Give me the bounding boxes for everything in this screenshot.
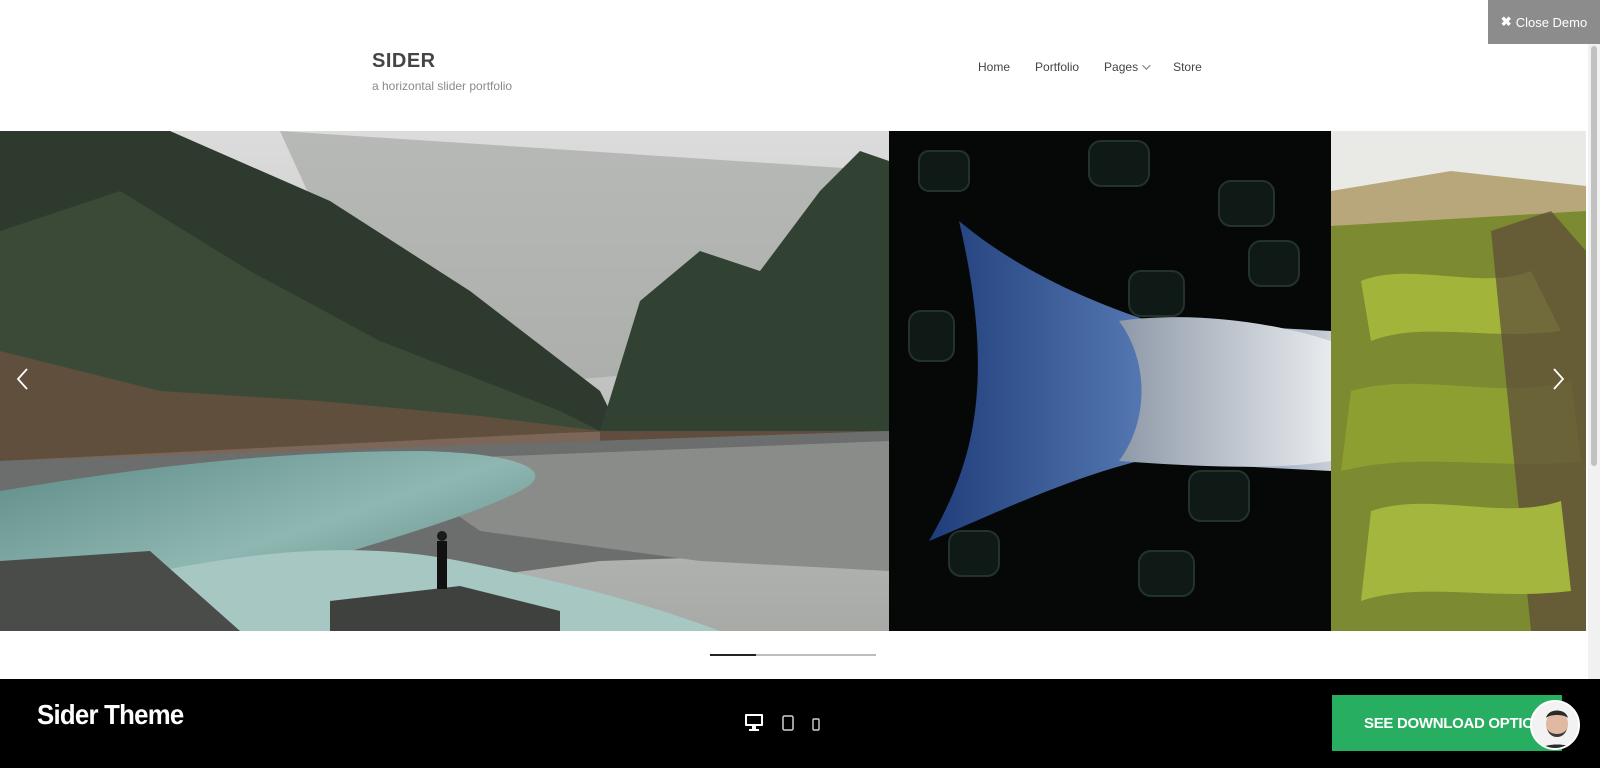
- portfolio-slider[interactable]: [0, 131, 1586, 631]
- nav-item-label: Pages: [1104, 60, 1139, 74]
- tablet-icon: [782, 715, 794, 731]
- nav-item-label: Portfolio: [1035, 60, 1080, 74]
- slider-next-button[interactable]: [1550, 367, 1566, 391]
- nav-item-label: Store: [1173, 60, 1202, 74]
- demo-bottom-bar: Sider Theme SEE DOWNLOAD OPTIONS: [0, 679, 1600, 768]
- nav-item-portfolio[interactable]: Portfolio: [1035, 60, 1079, 74]
- site-brand[interactable]: SIDER a horizontal slider portfolio: [372, 50, 512, 93]
- page-scrollbar[interactable]: [1588, 44, 1600, 679]
- mobile-view-button[interactable]: [812, 718, 820, 731]
- close-demo-label: Close Demo: [1515, 14, 1588, 30]
- chevron-left-icon: [16, 368, 28, 390]
- main-nav: Home Portfolio Pages Store: [978, 60, 1227, 74]
- close-demo-button[interactable]: ✖ Close Demo: [1488, 0, 1600, 44]
- person-avatar-icon: [1532, 702, 1578, 748]
- nav-item-home[interactable]: Home: [978, 60, 1010, 74]
- nav-item-label: Home: [978, 60, 1011, 74]
- site-tagline: a horizontal slider portfolio: [372, 79, 513, 93]
- scrollbar-thumb[interactable]: [1591, 46, 1597, 466]
- page-viewport: SIDER a horizontal slider portfolio Home…: [0, 0, 1600, 679]
- slide-fish-tail[interactable]: [889, 131, 1331, 631]
- theme-name: Sider Theme: [37, 699, 184, 730]
- tablet-view-button[interactable]: [782, 715, 794, 731]
- download-button-label: SEE DOWNLOAD OPTIONS: [1364, 714, 1554, 732]
- slider-progress-bar[interactable]: [710, 654, 876, 656]
- see-download-options-button[interactable]: SEE DOWNLOAD OPTIONS: [1332, 695, 1562, 751]
- slide-mossy-cliff[interactable]: [1331, 131, 1586, 631]
- desktop-view-button[interactable]: [744, 713, 764, 731]
- mossy-cliff-image: [1331, 131, 1586, 631]
- desktop-icon: [745, 714, 763, 731]
- site-title[interactable]: SIDER: [372, 50, 512, 73]
- nav-item-store[interactable]: Store: [1173, 60, 1202, 74]
- device-switcher: [744, 713, 820, 731]
- chevron-down-icon: [1142, 61, 1151, 70]
- chevron-right-icon: [1553, 368, 1565, 390]
- nav-item-pages[interactable]: Pages: [1104, 60, 1151, 74]
- slide-forest-river[interactable]: [0, 131, 889, 631]
- avatar[interactable]: [1530, 700, 1580, 750]
- slider-progress-fill: [710, 654, 757, 656]
- fish-tail-image: [889, 131, 1331, 631]
- mobile-icon: [812, 718, 820, 731]
- forest-river-image: [0, 131, 889, 631]
- close-icon: ✖: [1500, 14, 1512, 29]
- slider-prev-button[interactable]: [15, 367, 31, 391]
